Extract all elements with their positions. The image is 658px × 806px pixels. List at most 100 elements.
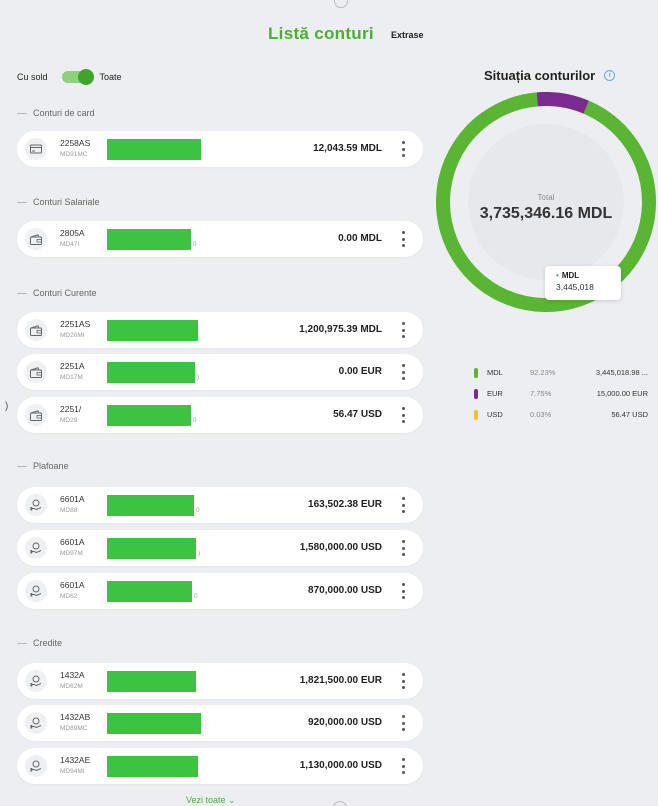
wallet-icon: [25, 361, 47, 383]
account-card[interactable]: 2805A MD47I 0 0.00 MDL: [17, 221, 423, 257]
more-options-icon[interactable]: [402, 322, 405, 338]
more-options-icon[interactable]: [402, 583, 405, 599]
redaction-block: [107, 495, 194, 516]
account-iban: MD88: [60, 507, 78, 514]
account-iban-tail: ): [197, 374, 200, 381]
section-title-current-accounts: Conturi Curente: [17, 288, 97, 298]
account-iban-tail: ): [198, 550, 201, 557]
legend-percent: 0.03%: [530, 410, 552, 419]
legend-row: EUR 7.75% 15,000.00 EUR: [474, 388, 648, 400]
account-card[interactable]: 6601A MD97M) 1,580,000.00 USD: [17, 530, 423, 566]
more-options-icon[interactable]: [402, 715, 405, 731]
account-name: 2251A: [60, 361, 85, 371]
redaction-block: [107, 581, 192, 602]
account-iban: MD97M: [60, 550, 83, 557]
account-card[interactable]: 2258AS MD91MC 12,043.59 MDL: [17, 131, 423, 167]
account-name: 2805A: [60, 228, 85, 238]
section-title-salary-accounts: Conturi Salariale: [17, 197, 100, 207]
more-options-icon[interactable]: [402, 673, 405, 689]
account-balance: 1,130,000.00 USD: [299, 760, 382, 771]
account-balance: 920,000.00 USD: [308, 717, 382, 728]
redaction-block: [107, 229, 191, 250]
account-balance: 1,200,975.39 MDL: [299, 324, 382, 335]
extrase-link[interactable]: Extrase: [391, 30, 424, 40]
account-card[interactable]: 1432A MD62M 1,821,500.00 EUR: [17, 663, 423, 699]
account-card[interactable]: 6601A MD62 0 870,000.00 USD: [17, 573, 423, 609]
account-iban-tail: 0: [193, 417, 197, 424]
see-all-link[interactable]: Vezi toate ⌄: [186, 795, 236, 806]
total-label: Total: [537, 193, 555, 202]
more-options-icon[interactable]: [402, 497, 405, 513]
coin-hand-icon: [25, 755, 47, 777]
legend-currency: USD: [487, 410, 503, 419]
more-options-icon[interactable]: [402, 758, 405, 774]
account-name: 6601A: [60, 537, 85, 547]
redaction-block: [107, 139, 201, 160]
toggle-right-label[interactable]: Toate: [100, 72, 122, 82]
coin-hand-icon: [25, 580, 47, 602]
account-iban-tail: 0: [193, 241, 197, 248]
account-card[interactable]: 2251AS MD20MI 1,200,975.39 MDL: [17, 312, 423, 348]
account-name: 2251/: [60, 404, 82, 414]
account-card[interactable]: 2251A MD17M) 0.00 EUR: [17, 354, 423, 390]
account-name: 2258AS: [60, 138, 91, 148]
account-balance: 0.00 MDL: [338, 233, 382, 244]
redaction-block: [107, 362, 195, 383]
account-name: 1432AE: [60, 755, 91, 765]
redaction-block: [107, 756, 198, 777]
legend-currency: MDL: [487, 368, 503, 377]
summary-title-label: Situația conturilor: [484, 68, 596, 83]
more-options-icon[interactable]: [402, 540, 405, 556]
account-name: 1432A: [60, 670, 85, 680]
section-title-label: Conturi de card: [33, 108, 95, 118]
account-card[interactable]: 2251/MD29 0 56.47 USD: [17, 397, 423, 433]
balance-toggle-switch[interactable]: [61, 69, 94, 85]
legend-row: MDL 92.23% 3,445,018.98 ...: [474, 367, 648, 379]
card-icon: [25, 138, 47, 160]
coin-hand-icon: [25, 712, 47, 734]
legend-percent: 92.23%: [530, 368, 556, 377]
wallet-icon: [25, 404, 47, 426]
account-balance: 0.00 EUR: [338, 366, 382, 377]
tooltip-currency: MDL: [561, 271, 580, 280]
more-options-icon[interactable]: [402, 364, 405, 380]
account-name: 2251AS: [60, 319, 91, 329]
more-options-icon[interactable]: [402, 141, 405, 157]
account-iban: MD91MC: [60, 151, 88, 158]
collapse-handle[interactable]: ): [5, 401, 8, 412]
coin-hand-icon: [25, 670, 47, 692]
more-options-icon[interactable]: [402, 231, 405, 247]
tooltip-dot-icon: •: [556, 271, 559, 280]
section-title-limits: Plafoane: [17, 461, 69, 471]
account-iban: MD29: [60, 417, 78, 424]
chart-tooltip: • MDL 3,445,018: [545, 266, 621, 300]
info-icon[interactable]: i: [604, 70, 616, 81]
account-iban: MD94MI: [60, 768, 85, 775]
page-title: Listă conturi: [268, 24, 374, 43]
account-iban: MD20MI: [60, 332, 85, 339]
account-balance: 56.47 USD: [333, 409, 382, 420]
account-iban-tail: 0: [194, 593, 198, 600]
more-options-icon[interactable]: [402, 407, 405, 423]
header: Listă conturi Extrase: [0, 22, 658, 52]
section-title-credits: Credite: [17, 638, 62, 648]
toggle-left-label[interactable]: Cu sold: [17, 72, 48, 82]
legend-value: 56.47 USD: [611, 410, 648, 419]
account-iban: MD62: [60, 593, 78, 600]
redaction-block: [107, 713, 201, 734]
account-card[interactable]: 1432AE MD94MI 1,130,000.00 USD: [17, 748, 423, 784]
account-balance: 870,000.00 USD: [308, 585, 382, 596]
account-iban: MD62M: [60, 683, 83, 690]
redaction-block: [107, 320, 198, 341]
account-card[interactable]: 1432AB MD89MC 920,000.00 USD: [17, 705, 423, 741]
legend-value: 3,445,018.98 ...: [595, 368, 648, 377]
legend-swatch: [474, 410, 478, 420]
account-card[interactable]: 6601A MD88 0 163,502.38 EUR: [17, 487, 423, 523]
legend-swatch: [474, 389, 478, 399]
summary-title: Situația conturilor i: [484, 68, 616, 83]
wallet-icon: [25, 228, 47, 250]
donut-inner-shadow: [468, 124, 624, 280]
account-balance: 1,821,500.00 EUR: [299, 675, 382, 686]
legend-row: USD 0.03% 56.47 USD: [474, 409, 648, 421]
section-title-label: Credite: [33, 638, 63, 648]
